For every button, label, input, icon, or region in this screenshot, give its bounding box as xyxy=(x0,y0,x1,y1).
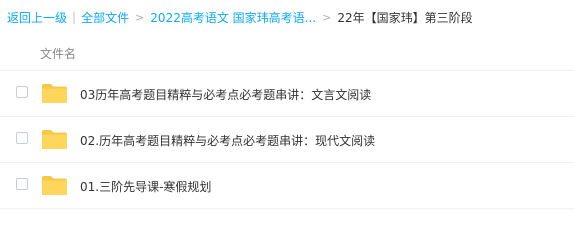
parent-folder-link[interactable]: 2022高考语文 国家玮高考语... xyxy=(150,9,316,26)
select-checkbox[interactable] xyxy=(16,132,28,144)
list-item[interactable]: 02.历年高考题目精粹与必考点必考题串讲：现代文阅读 xyxy=(0,117,574,163)
all-files-link[interactable]: 全部文件 xyxy=(81,9,129,26)
list-header: 文件名 xyxy=(0,35,574,71)
list-item[interactable]: 03历年高考题目精粹与必考点必考题串讲：文言文阅读 xyxy=(0,71,574,117)
file-name[interactable]: 03历年高考题目精粹与必考点必考题串讲：文言文阅读 xyxy=(80,86,371,103)
file-name[interactable]: 01.三阶先导课-寒假规划 xyxy=(80,178,211,195)
select-checkbox[interactable] xyxy=(16,86,28,98)
column-header-filename[interactable]: 文件名 xyxy=(40,45,76,62)
list-item[interactable]: 01.三阶先导课-寒假规划 xyxy=(0,163,574,209)
chevron-right-icon: > xyxy=(135,10,145,24)
breadcrumb-separator: | xyxy=(72,10,77,24)
select-checkbox[interactable] xyxy=(16,178,28,190)
folder-icon xyxy=(42,130,67,149)
breadcrumb: 返回上一级 | 全部文件 > 2022高考语文 国家玮高考语... > 22年【… xyxy=(7,8,473,26)
current-folder-label: 22年【国家玮】第三阶段 xyxy=(337,10,473,25)
file-name[interactable]: 02.历年高考题目精粹与必考点必考题串讲：现代文阅读 xyxy=(80,132,375,149)
file-browser: 返回上一级 | 全部文件 > 2022高考语文 国家玮高考语... > 22年【… xyxy=(0,0,574,229)
back-link[interactable]: 返回上一级 xyxy=(7,9,67,26)
folder-icon xyxy=(42,84,67,103)
chevron-right-icon: > xyxy=(322,10,332,24)
folder-icon xyxy=(42,176,67,195)
